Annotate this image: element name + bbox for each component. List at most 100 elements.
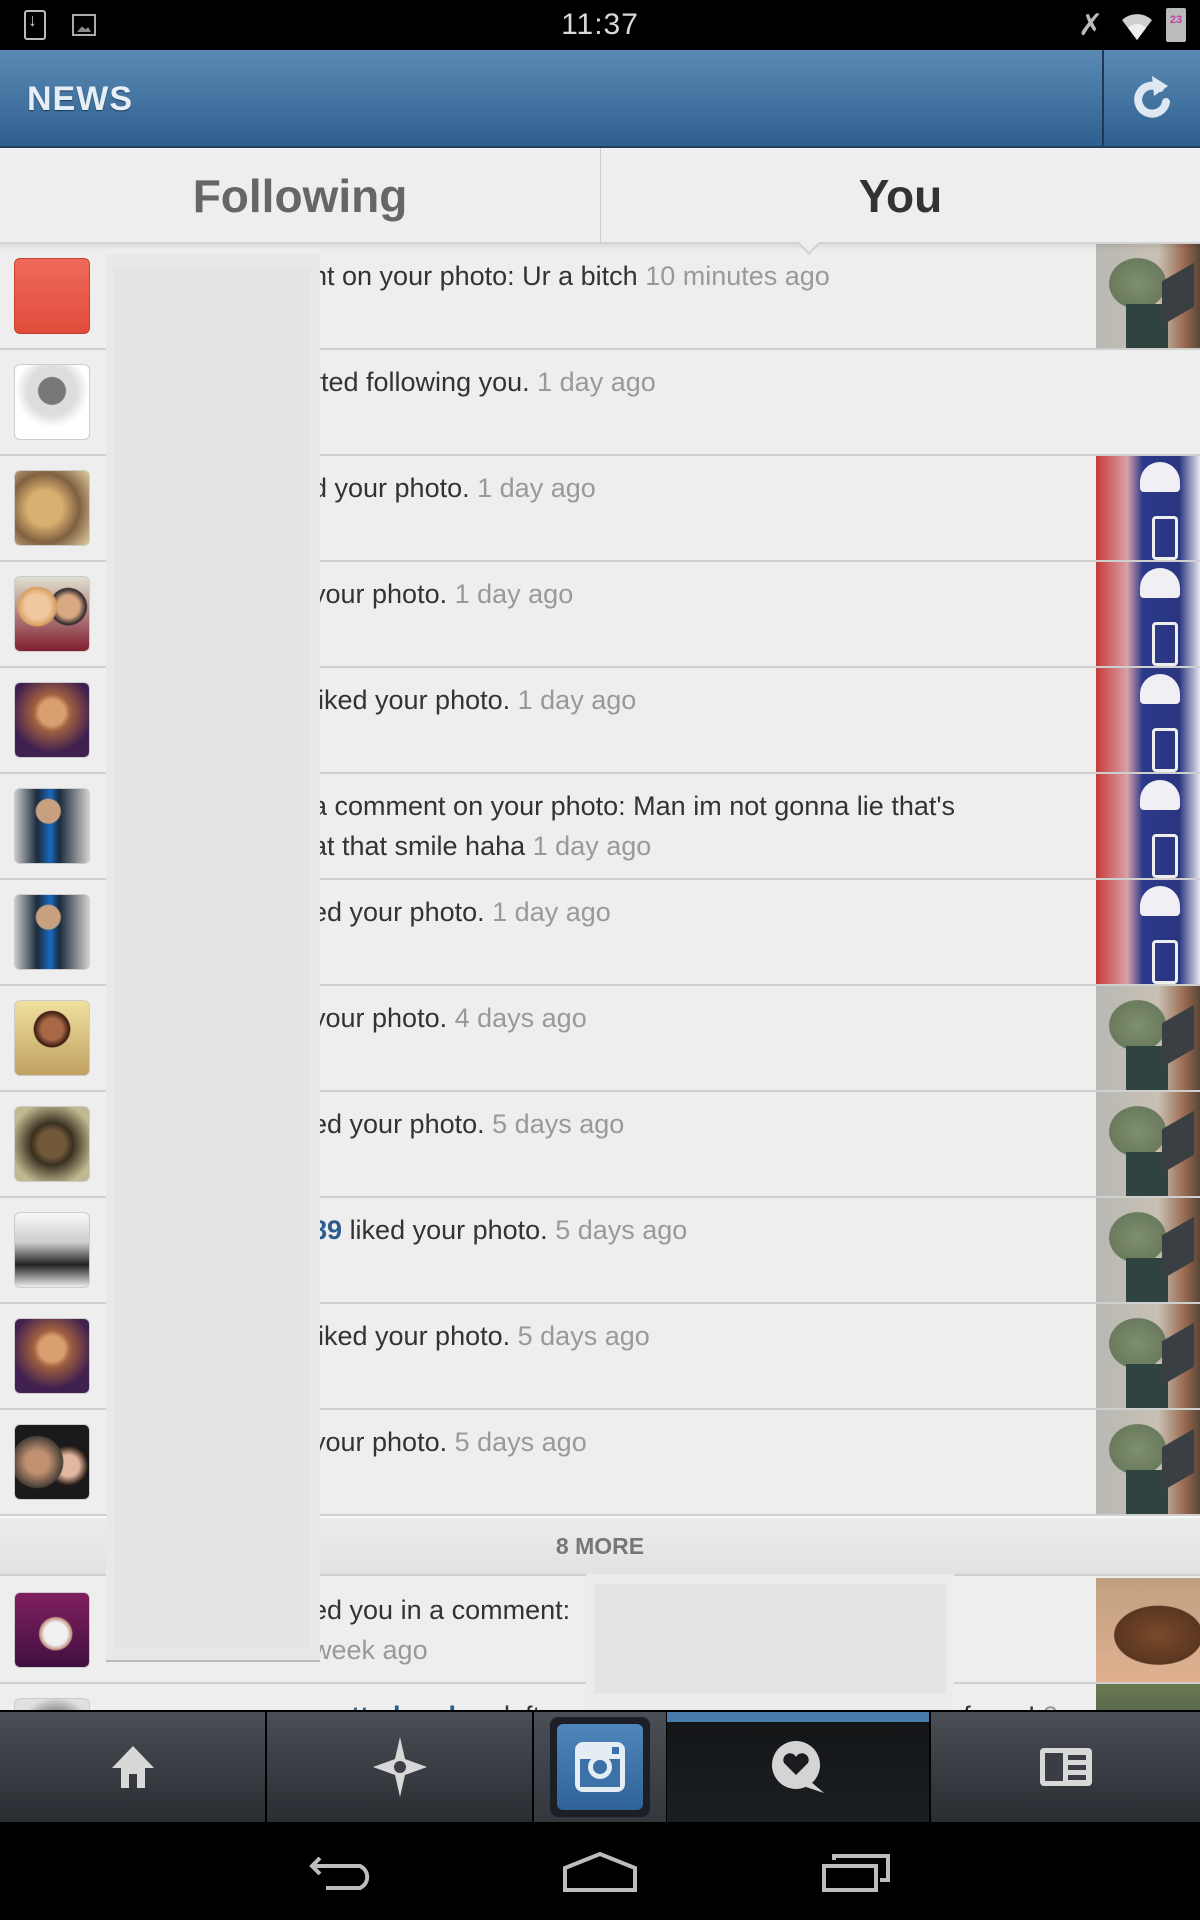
status-bar: 11:37 ✗ 23 bbox=[0, 0, 1200, 50]
activity-text: d your photo. 1 day ago bbox=[312, 468, 1012, 508]
timestamp: 4 days ago bbox=[454, 1003, 587, 1033]
feed-tabs: Following You bbox=[0, 148, 1200, 255]
activity-message: rted following you. bbox=[312, 367, 530, 397]
page-title: NEWS bbox=[27, 80, 133, 118]
activity-message-continued: week ago bbox=[312, 1635, 428, 1665]
activity-message: your photo. bbox=[312, 579, 448, 609]
timestamp: 10 minutes ago bbox=[645, 261, 830, 291]
nav-explore-button[interactable] bbox=[267, 1712, 532, 1822]
heart-bubble-icon bbox=[772, 1741, 824, 1793]
timestamp: 5 days ago bbox=[454, 1427, 587, 1457]
photo-thumbnail[interactable] bbox=[1096, 456, 1200, 560]
avatar[interactable] bbox=[14, 470, 90, 546]
activity-message: your photo. bbox=[312, 1003, 448, 1033]
timestamp: 1 day ago bbox=[454, 579, 574, 609]
activity-text: your photo. 4 days ago bbox=[312, 998, 1012, 1038]
activity-text: a comment on your photo: Man im not gonn… bbox=[312, 786, 1012, 866]
system-back-button[interactable] bbox=[298, 1842, 388, 1902]
system-recent-apps-button[interactable] bbox=[812, 1842, 902, 1902]
activity-text: your photo. 5 days ago bbox=[312, 1422, 1012, 1462]
avatar[interactable] bbox=[14, 576, 90, 652]
status-time: 11:37 bbox=[561, 8, 639, 41]
avatar[interactable] bbox=[14, 788, 90, 864]
mute-icon: ✗ bbox=[1078, 9, 1104, 42]
activity-message: your photo. bbox=[312, 1427, 448, 1457]
action-bar: NEWS bbox=[0, 50, 1200, 148]
photo-thumbnail[interactable] bbox=[1096, 1198, 1200, 1302]
nav-news-button[interactable] bbox=[667, 1712, 929, 1822]
activity-text: ed your photo. 5 days ago bbox=[312, 1104, 1012, 1144]
timestamp: 1 day ago bbox=[477, 473, 596, 503]
profile-card-icon bbox=[1039, 1748, 1092, 1786]
explore-star-icon bbox=[372, 1737, 427, 1797]
tab-you[interactable]: You bbox=[601, 148, 1200, 244]
home-outline-icon bbox=[563, 1852, 637, 1892]
photo-thumbnail[interactable] bbox=[1096, 244, 1200, 348]
username-link[interactable]: mattydonahue bbox=[312, 1701, 497, 1710]
activity-text: rted following you. 1 day ago bbox=[312, 362, 1012, 402]
activity-message: ed your photo. bbox=[312, 897, 485, 927]
system-home-button[interactable] bbox=[555, 1842, 645, 1902]
activity-text: liked your photo. 1 day ago bbox=[312, 680, 1012, 720]
activity-message-continued: at that smile haha bbox=[312, 831, 526, 861]
system-nav-bar bbox=[0, 1824, 1200, 1920]
activity-text: liked your photo. 5 days ago bbox=[312, 1316, 1012, 1356]
recent-apps-icon bbox=[822, 1854, 890, 1892]
photo-thumbnail[interactable] bbox=[1096, 1092, 1200, 1196]
activity-message: a comment on your photo: Man im not gonn… bbox=[312, 791, 956, 821]
photo-thumbnail[interactable] bbox=[1096, 880, 1200, 984]
avatar[interactable] bbox=[14, 894, 90, 970]
nav-camera-button[interactable] bbox=[534, 1712, 666, 1822]
refresh-button[interactable] bbox=[1104, 50, 1200, 146]
timestamp: 5 days ago bbox=[492, 1109, 625, 1139]
nav-profile-button[interactable] bbox=[931, 1712, 1200, 1822]
timestamp: 5 days ago bbox=[517, 1321, 650, 1351]
activity-message: ed your photo. bbox=[312, 1109, 485, 1139]
activity-message: nt on your photo: Ur a bitch bbox=[312, 261, 638, 291]
battery-icon: 23 bbox=[1166, 8, 1186, 42]
avatar[interactable] bbox=[14, 1106, 90, 1182]
camera-icon bbox=[575, 1742, 625, 1792]
avatar[interactable] bbox=[14, 1424, 90, 1500]
active-tab-pointer bbox=[796, 241, 822, 255]
avatar[interactable] bbox=[14, 1212, 90, 1288]
photo-thumbnail[interactable] bbox=[1096, 562, 1200, 666]
photo-thumbnail[interactable] bbox=[1096, 1578, 1200, 1682]
activity-message: liked your photo. bbox=[312, 1321, 511, 1351]
photo-thumbnail[interactable] bbox=[1096, 668, 1200, 772]
tab-following[interactable]: Following bbox=[0, 148, 600, 244]
activity-message: liked your photo. bbox=[349, 1215, 548, 1245]
home-icon bbox=[111, 1746, 154, 1788]
avatar[interactable] bbox=[14, 1698, 90, 1710]
avatar[interactable] bbox=[14, 682, 90, 758]
activity-message: ed you in a comment: bbox=[312, 1595, 571, 1625]
photo-thumbnail[interactable] bbox=[1096, 1410, 1200, 1514]
timestamp: 1 day ago bbox=[537, 367, 656, 397]
avatar[interactable] bbox=[14, 258, 90, 334]
avatar[interactable] bbox=[14, 1592, 90, 1668]
timestamp: 1 day ago bbox=[492, 897, 611, 927]
timestamp: 1 day ago bbox=[532, 831, 652, 861]
activity-text: your photo. 1 day ago bbox=[312, 574, 1012, 614]
activity-message: d your photo. bbox=[312, 473, 470, 503]
redacted-region bbox=[106, 254, 320, 1662]
wifi-icon bbox=[1120, 8, 1154, 42]
photo-thumbnail[interactable] bbox=[1096, 774, 1200, 878]
activity-text: ed your photo. 1 day ago bbox=[312, 892, 1012, 932]
timestamp: 1 day ago bbox=[517, 685, 637, 715]
nav-home-button[interactable] bbox=[0, 1712, 265, 1822]
avatar[interactable] bbox=[14, 1000, 90, 1076]
avatar[interactable] bbox=[14, 364, 90, 440]
battery-level: 23 bbox=[1169, 14, 1183, 26]
refresh-icon bbox=[1134, 76, 1170, 118]
redacted-region bbox=[586, 1574, 954, 1710]
bottom-nav bbox=[0, 1710, 1200, 1824]
activity-text: nt on your photo: Ur a bitch 10 minutes … bbox=[312, 256, 1012, 296]
avatar[interactable] bbox=[14, 1318, 90, 1394]
camera-button-frame bbox=[550, 1717, 650, 1817]
news-feed[interactable]: nt on your photo: Ur a bitch 10 minutes … bbox=[0, 244, 1200, 1710]
photo-thumbnail[interactable] bbox=[1096, 1304, 1200, 1408]
photo-thumbnail[interactable] bbox=[1096, 986, 1200, 1090]
camera-button-face bbox=[557, 1724, 643, 1810]
photo-thumbnail[interactable] bbox=[1096, 1684, 1200, 1710]
